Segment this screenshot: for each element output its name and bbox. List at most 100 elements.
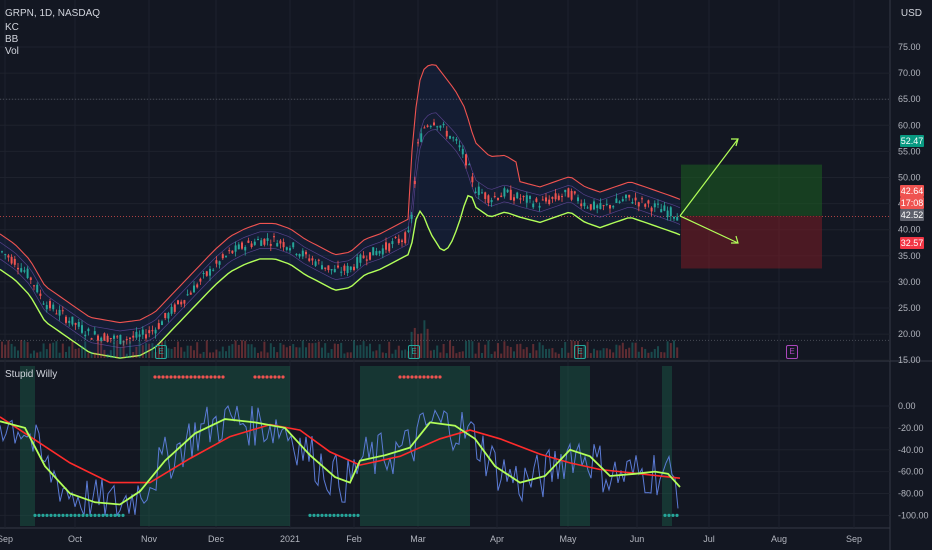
candle-body [93, 331, 96, 335]
oversold-dot [113, 513, 117, 518]
volume-bar [602, 348, 605, 358]
candle-body [253, 241, 256, 245]
oscillator-title[interactable]: Stupid Willy [5, 369, 57, 380]
candle-body [141, 329, 144, 335]
time-axis-label: Apr [490, 534, 504, 544]
candle-body [311, 258, 314, 261]
candle-body [282, 242, 285, 248]
candle-body [461, 148, 464, 155]
volume-bar [439, 352, 442, 358]
volume-bar [445, 353, 448, 358]
volume-bar [487, 340, 490, 358]
volume-bar [327, 352, 330, 358]
candle-body [148, 330, 151, 334]
candle-body [564, 189, 567, 193]
candle-body [33, 285, 35, 287]
candle-body [353, 266, 355, 271]
volume-bar [205, 340, 208, 358]
candle-body [602, 205, 605, 207]
oversold-dot [109, 513, 113, 518]
oversold-dot [93, 513, 97, 518]
volume-bar [442, 343, 445, 358]
earnings-icon[interactable]: E [574, 345, 586, 359]
earnings-icon[interactable]: E [155, 345, 167, 359]
candle-body [84, 334, 87, 337]
volume-bar [397, 345, 400, 358]
chart-canvas[interactable]: 75.0070.0065.0060.0055.0050.0045.0040.00… [0, 0, 932, 550]
candle-body [81, 325, 83, 333]
volume-bar [13, 346, 16, 358]
overlay-vol-label[interactable]: Vol [5, 46, 19, 57]
volume-bar [509, 347, 512, 358]
candle-body [225, 255, 227, 257]
volume-bar [621, 342, 624, 358]
osc-axis-tick: -80.00 [898, 489, 924, 499]
candle-body [65, 316, 67, 323]
candle-body [487, 195, 490, 203]
candle-body [535, 198, 538, 202]
candle-body [356, 257, 359, 269]
volume-bar [135, 346, 138, 358]
earnings-icon[interactable]: E [408, 345, 420, 359]
overbought-dot [209, 375, 213, 379]
volume-bar [541, 345, 544, 358]
overbought-dot [269, 375, 273, 379]
candle-body [221, 254, 224, 259]
oversold-dot [356, 513, 360, 518]
overbought-dot [165, 375, 169, 379]
volume-bar [17, 350, 19, 358]
candle-body [161, 321, 163, 326]
volume-bar [506, 345, 509, 358]
volume-bar [346, 352, 349, 358]
candle-body [55, 313, 58, 315]
volume-bar [100, 340, 103, 358]
overbought-dot [414, 375, 418, 379]
candle-body [586, 207, 589, 209]
time-axis-label: Feb [346, 534, 362, 544]
earnings-icon[interactable]: E [786, 345, 798, 359]
candle-body [570, 190, 573, 200]
keltner-lower-line [0, 129, 681, 349]
symbol-title: GRPN, 1D, NASDAQ [5, 8, 101, 19]
candle-body [493, 196, 496, 198]
volume-bar [23, 340, 26, 358]
volume-bar [657, 346, 659, 358]
volume-bar [609, 349, 611, 358]
volume-bar [381, 352, 384, 358]
oversold-dot [117, 513, 121, 518]
price-axis-tick: 65.00 [898, 94, 921, 104]
overlay-kc-label[interactable]: KC [5, 22, 19, 33]
candle-body [436, 126, 439, 128]
candle-body [285, 247, 288, 250]
volume-bar [337, 343, 339, 358]
volume-bar [599, 350, 602, 358]
volume-bar [465, 340, 467, 358]
volume-bar [538, 342, 541, 358]
candle-body [669, 207, 672, 217]
volume-bar [673, 340, 675, 358]
candle-body [609, 205, 611, 209]
osc-signal-zone [662, 366, 672, 526]
candle-body [468, 164, 471, 166]
candle-body [199, 278, 202, 282]
overbought-dot [189, 375, 193, 379]
volume-bar [189, 345, 192, 358]
candle-body [625, 194, 627, 199]
volume-bar [77, 348, 80, 358]
candle-body [529, 196, 531, 199]
candle-body [618, 201, 621, 203]
volume-bar [503, 341, 506, 358]
candle-body [557, 195, 560, 200]
overbought-dot [201, 375, 205, 379]
overbought-dot [426, 375, 430, 379]
overlay-bb-label[interactable]: BB [5, 34, 18, 45]
candle-body [481, 192, 483, 194]
volume-bar [471, 341, 474, 358]
candle-body [372, 247, 375, 256]
volume-bar [490, 353, 493, 358]
volume-bar [554, 352, 557, 358]
volume-bar [202, 351, 205, 358]
candle-body [340, 271, 343, 273]
overbought-dot [410, 375, 414, 379]
candle-body [397, 238, 400, 244]
